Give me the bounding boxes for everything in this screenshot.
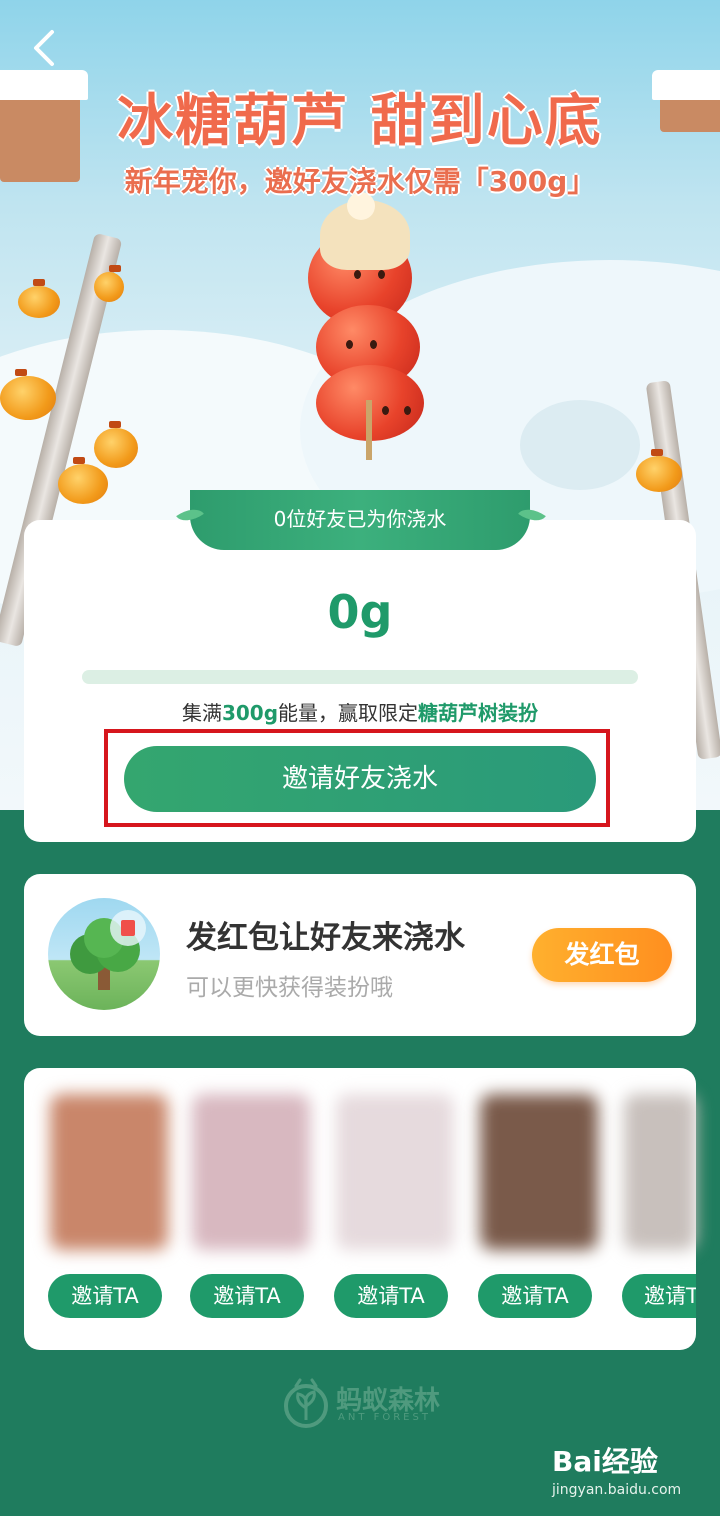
lantern-icon	[94, 265, 124, 302]
baidu-watermark: Bai经验 jingyan.baidu.com	[552, 1440, 712, 1504]
chevron-left-icon	[34, 30, 54, 66]
ant-forest-leaf-icon	[284, 1378, 328, 1428]
energy-progress-bar	[82, 670, 638, 684]
page-subtitle: 新年宠你，邀好友浇水仅需「300g」	[124, 165, 596, 198]
invite-friend-button[interactable]: 邀请TA	[334, 1274, 448, 1318]
reward-hint: 集满300g能量，赢取限定糖葫芦树装扮	[24, 697, 696, 726]
send-red-packet-button[interactable]: 发红包	[532, 928, 672, 982]
invite-friend-button[interactable]: 邀请TA	[478, 1274, 592, 1318]
logo-english: ANT FOREST	[338, 1412, 431, 1423]
highlight-annotation-box	[104, 729, 610, 827]
friend-avatar-blurred	[50, 1094, 168, 1250]
lantern-icon	[636, 449, 682, 492]
lantern-icon	[0, 369, 56, 420]
lantern-icon	[94, 421, 138, 468]
friend-avatar-blurred	[192, 1094, 310, 1250]
watermark-brand: Bai经验	[552, 1445, 658, 1478]
hint-reward: 糖葫芦树装扮	[418, 701, 539, 725]
friend-avatar-blurred	[336, 1094, 454, 1250]
friend-count-ribbon: 0位好友已为你浇水	[190, 490, 530, 550]
invite-friend-button[interactable]: 邀请TA	[48, 1274, 162, 1318]
tree-icon	[48, 898, 160, 1010]
friend-count-text: 0位好友已为你浇水	[273, 507, 447, 531]
hint-prefix: 集满	[181, 701, 222, 725]
hint-middle: 能量，赢取限定	[278, 701, 419, 725]
friend-avatar-blurred	[480, 1094, 598, 1250]
red-packet-subtitle: 可以更快获得装扮哦	[186, 975, 393, 1001]
lantern-icon	[58, 457, 108, 504]
back-button[interactable]	[28, 28, 62, 68]
invite-friend-button[interactable]: 邀请T	[622, 1274, 696, 1318]
hint-amount: 300g	[221, 701, 279, 725]
watermark-url: jingyan.baidu.com	[552, 1482, 682, 1498]
page-title: 冰糖葫芦 甜到心底	[117, 89, 603, 154]
lantern-icon	[18, 279, 60, 318]
invite-friend-button[interactable]: 邀请TA	[190, 1274, 304, 1318]
ant-forest-logo: 蚂蚁森林 ANT FOREST	[282, 1376, 452, 1432]
collected-grams: 0g	[327, 585, 393, 639]
candied-haws-mascot	[292, 192, 452, 475]
friend-avatar-blurred	[624, 1094, 696, 1250]
red-packet-title: 发红包让好友来浇水	[186, 920, 465, 956]
